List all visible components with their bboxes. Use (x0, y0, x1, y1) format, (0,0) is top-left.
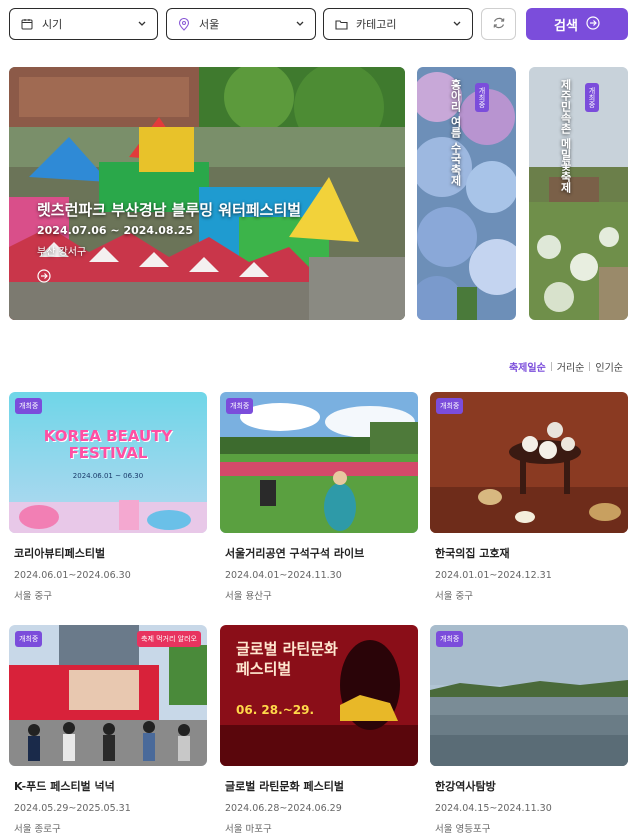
date-filter-label: 시기 (42, 18, 63, 31)
calendar-icon (20, 17, 34, 31)
status-badge: 개최중 (15, 398, 43, 414)
refresh-button[interactable] (481, 8, 516, 40)
category-filter-select[interactable]: 카테고리 (323, 8, 473, 40)
region-filter-label: 서울 (199, 18, 220, 31)
festival-location: 서울 중구 (14, 591, 52, 602)
buckwheat-field-image (529, 67, 628, 320)
hero-main-location: 부산 강서구 (37, 247, 87, 258)
festival-date: 2024.01.01~2024.12.31 (435, 570, 552, 581)
festival-thumbnail: 개최중 (220, 392, 418, 533)
hero-side-title-2: 제주민속촌 메밀꽃축제 (559, 79, 572, 193)
poster-date: 06. 28.~29. (236, 703, 315, 717)
festival-thumbnail: 개최중 (430, 392, 628, 533)
arrow-right-circle-icon (586, 15, 600, 33)
status-badge: 개최중 (15, 631, 43, 647)
status-badge: 개최중 (436, 398, 464, 414)
festival-title: 한강역사탐방 (435, 780, 496, 793)
festival-title: 코리아뷰티페스티벌 (14, 547, 106, 560)
festival-thumbnail: 개최중 KOREA BEAUTY FESTIVAL 2024.06.01 ~ 0… (9, 392, 207, 533)
search-button-label: 검색 (554, 17, 578, 33)
chevron-down-icon (137, 19, 147, 29)
festival-title: 서울거리공연 구석구석 라이브 (225, 547, 365, 560)
festival-card[interactable]: 개최중 한강역사탐방 2024.04.15~2024.11.30 서울 영등포구 (430, 625, 628, 835)
festival-title: K-푸드 페스티벌 넉넉 (14, 780, 115, 793)
festival-date: 2024.06.01~2024.06.30 (14, 570, 131, 581)
festival-location: 서울 용산구 (225, 591, 272, 602)
hero-main-date: 2024.07.06 ~ 2024.08.25 (37, 224, 194, 237)
festival-location: 서울 종로구 (14, 824, 61, 835)
status-badge: 개최중 (585, 83, 599, 112)
festival-card[interactable]: 개최중 KOREA BEAUTY FESTIVAL 2024.06.01 ~ 0… (9, 392, 207, 602)
festival-thumbnail: 글로벌 라틴문화 페스티벌 06. 28.~29. (220, 625, 418, 766)
festival-date: 2024.05.29~2025.05.31 (14, 803, 131, 814)
festival-card[interactable]: 개최중 축제 먹거리 알러오 K-푸드 페스티벌 넉넉 2024.05.29~2… (9, 625, 207, 835)
sort-by-popularity[interactable]: 인기순 (590, 359, 628, 374)
status-badge: 개최중 (226, 398, 254, 414)
festival-location: 서울 마포구 (225, 824, 272, 835)
chevron-down-icon (452, 19, 462, 29)
festival-title: 한국의집 고호재 (435, 547, 510, 560)
festival-card[interactable]: 글로벌 라틴문화 페스티벌 06. 28.~29. 글로벌 라틴문화 페스티벌 … (220, 625, 418, 835)
arrow-right-circle-icon[interactable] (37, 268, 51, 283)
folder-icon (334, 17, 348, 31)
festival-card[interactable]: 개최중 서울거리공연 구석구석 라이브 2024.04.01~2024.11.3… (220, 392, 418, 602)
poster-date: 2024.06.01 ~ 06.30 (72, 472, 144, 480)
festival-location: 서울 중구 (435, 591, 473, 602)
festival-date: 2024.04.15~2024.11.30 (435, 803, 552, 814)
festival-date: 2024.04.01~2024.11.30 (225, 570, 342, 581)
hero-main-title: 렛츠런파크 부산경남 블루밍 워터페스티벌 (37, 201, 302, 219)
hydrangea-image (417, 67, 516, 320)
festival-thumbnail: 개최중 (430, 625, 628, 766)
hero-side-banner-1[interactable]: 홍아리 여름 수국축제 개최중 (417, 67, 516, 320)
status-badge: 개최중 (475, 83, 489, 112)
search-button[interactable]: 검색 (526, 8, 628, 40)
sort-by-date[interactable]: 축제일순 (504, 359, 551, 374)
date-filter-select[interactable]: 시기 (9, 8, 158, 40)
hero-side-banner-2[interactable]: 제주민속촌 메밀꽃축제 개최중 (529, 67, 628, 320)
festival-card[interactable]: 개최중 한국의집 고호재 2024.01.01~2024.12.31 서울 중구 (430, 392, 628, 602)
festival-location: 서울 영등포구 (435, 824, 491, 835)
hero-side-title-1: 홍아리 여름 수국축제 (449, 79, 462, 186)
poster-headline: KOREA BEAUTY FESTIVAL (43, 427, 173, 462)
hero-main-image (9, 67, 405, 320)
status-badge: 개최중 (436, 631, 464, 647)
chevron-down-icon (295, 19, 305, 29)
region-filter-select[interactable]: 서울 (166, 8, 316, 40)
poster-headline: 글로벌 라틴문화 페스티벌 (236, 640, 338, 678)
sort-options: 축제일순 거리순 인기순 (504, 359, 628, 374)
location-pin-icon (177, 17, 191, 31)
promo-badge: 축제 먹거리 알러오 (137, 631, 201, 647)
festival-date: 2024.06.28~2024.06.29 (225, 803, 342, 814)
festival-thumbnail: 개최중 축제 먹거리 알러오 (9, 625, 207, 766)
sort-by-distance[interactable]: 거리순 (552, 359, 590, 374)
category-filter-label: 카테고리 (356, 18, 397, 31)
festival-title: 글로벌 라틴문화 페스티벌 (225, 780, 344, 793)
hero-main-banner[interactable]: 렛츠런파크 부산경남 블루밍 워터페스티벌 2024.07.06 ~ 2024.… (9, 67, 405, 320)
refresh-icon (492, 16, 506, 33)
